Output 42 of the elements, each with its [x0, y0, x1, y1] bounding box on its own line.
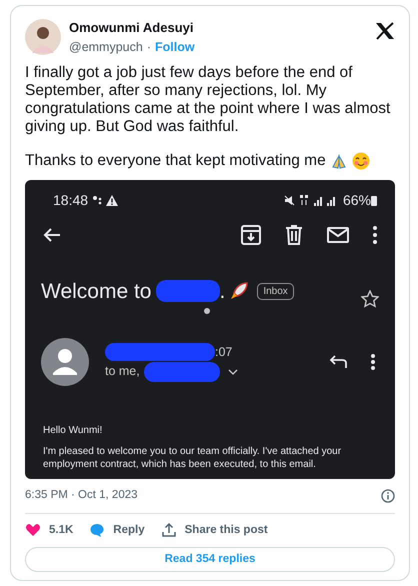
- caret-icon[interactable]: [228, 368, 238, 375]
- mute-icon: [284, 194, 295, 206]
- author-handle[interactable]: @emmypuch: [69, 38, 143, 56]
- speech-bubble-icon: [89, 522, 106, 538]
- post-text: I finally got a job just few days before the end of September, after so many rejections, lol. My congratulations came at the point where I was almost giving up. But God was faithful.: [25, 64, 392, 136]
- share-button[interactable]: Share this post: [160, 522, 268, 539]
- notification-dots-icon: [92, 195, 102, 206]
- status-time: 18:48: [53, 190, 88, 210]
- page-dot-icon: [204, 308, 210, 314]
- battery-icon: [371, 194, 377, 206]
- recipients-text: to me,: [105, 363, 140, 380]
- redaction-scribble: [156, 280, 220, 302]
- heart-icon: [25, 522, 41, 538]
- trash-icon[interactable]: [285, 225, 303, 246]
- author-name[interactable]: Omowunmi Adesuyi: [69, 18, 367, 38]
- sender-avatar: [41, 338, 89, 386]
- mail-icon[interactable]: [327, 227, 349, 244]
- email-body: I'm pleased to welcome you to our team officially. I've attached your employment contract, which has been executed, to this email.: [43, 445, 342, 472]
- like-button[interactable]: 5.1K: [25, 522, 74, 539]
- email-greeting: Hello Wunmi!: [43, 424, 104, 438]
- separator-dot: ·: [146, 38, 151, 56]
- sender-time: :07: [215, 344, 232, 361]
- info-icon[interactable]: [381, 488, 395, 503]
- email-subject: Welcome to: [41, 278, 152, 304]
- back-arrow-icon[interactable]: [43, 227, 61, 244]
- archive-icon[interactable]: [241, 225, 261, 246]
- post-text: Thanks to everyone that kept motivating me: [25, 152, 326, 170]
- rocket-icon: [229, 281, 250, 302]
- reply-arrow-icon[interactable]: [329, 355, 347, 370]
- smiling-face-icon: [352, 152, 370, 170]
- reply-button[interactable]: Reply: [89, 522, 145, 539]
- share-icon: [160, 522, 177, 538]
- more-options-icon[interactable]: [373, 226, 377, 244]
- battery-percent: 66%: [342, 190, 371, 210]
- warning-icon: [106, 194, 118, 206]
- inbox-label: Inbox: [257, 282, 294, 300]
- subject-period: .: [220, 278, 226, 304]
- x-logo-icon[interactable]: [375, 22, 395, 40]
- more-options-icon[interactable]: [371, 354, 375, 370]
- avatar[interactable]: [25, 19, 61, 56]
- post-timestamp[interactable]: 6:35 PM · Oct 1, 2023: [25, 487, 381, 504]
- star-icon[interactable]: [361, 290, 379, 308]
